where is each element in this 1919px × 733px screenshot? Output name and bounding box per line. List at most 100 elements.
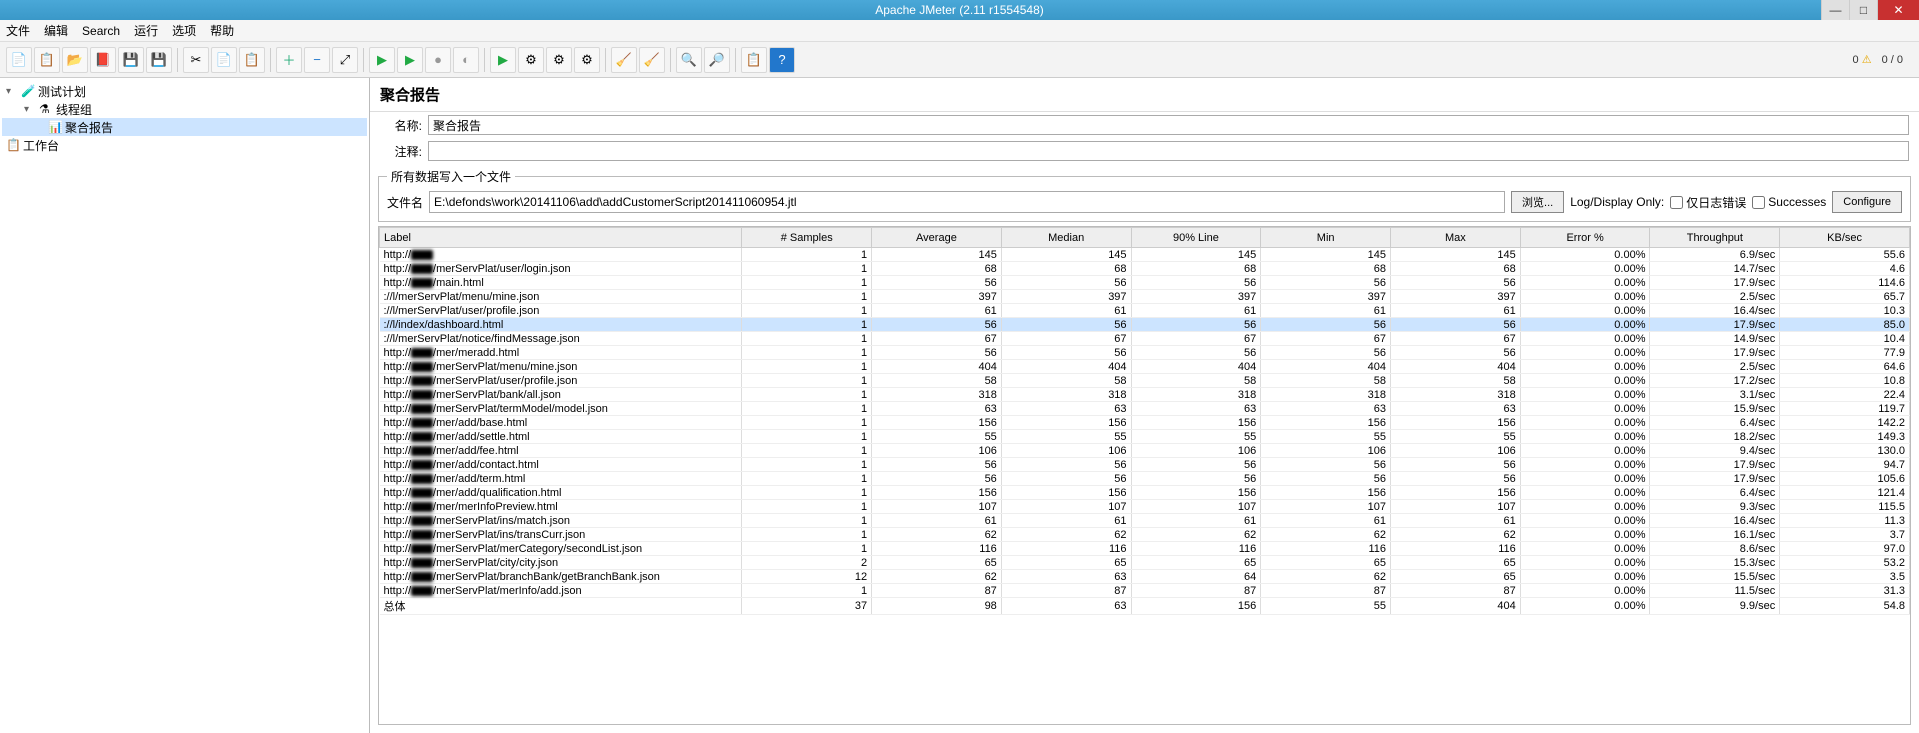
templates-icon[interactable]: 📋 [34,47,60,73]
table-row[interactable]: http://xxxx/mer/add/base.html11561561561… [380,416,1910,430]
table-cell: 67 [1391,332,1521,346]
close-button[interactable]: ✕ [1877,0,1919,20]
paste-icon[interactable]: 📋 [239,47,265,73]
menu-edit[interactable]: 编辑 [44,22,68,39]
comment-input[interactable] [428,141,1909,161]
clear-icon[interactable]: 🧹 [611,47,637,73]
table-cell: http://xxxx/merServPlat/branchBank/getBr… [380,570,742,584]
table-row[interactable]: http://xxxx/mer/add/qualification.html11… [380,486,1910,500]
tree-thread-group[interactable]: ▾⚗线程组 [2,100,367,118]
column-header[interactable]: 90% Line [1131,228,1261,248]
reset-search-icon[interactable]: 🔎 [704,47,730,73]
table-row[interactable]: http://xxxx/merServPlat/termModel/model.… [380,402,1910,416]
tree-workbench[interactable]: 📋工作台 [2,136,367,154]
successes-checkbox[interactable] [1752,196,1765,209]
table-row[interactable]: http://xxxx/merServPlat/ins/match.json16… [380,514,1910,528]
table-cell: 1 [742,584,872,598]
table-row[interactable]: ://l/merServPlat/menu/mine.json139739739… [380,290,1910,304]
table-row[interactable]: http://xxxx/merServPlat/user/login.json1… [380,262,1910,276]
remote-start-icon[interactable]: ▶ [490,47,516,73]
column-header[interactable]: Max [1391,228,1521,248]
start-notimer-icon[interactable]: ▶ [397,47,423,73]
table-cell: http://xxxx/mer/meradd.html [380,346,742,360]
cut-icon[interactable]: ✂ [183,47,209,73]
search-icon[interactable]: 🔍 [676,47,702,73]
function-helper-icon[interactable]: 📋 [741,47,767,73]
menu-search[interactable]: Search [82,24,120,38]
table-row[interactable]: http://xxxx/main.html156565656560.00%17.… [380,276,1910,290]
table-row[interactable]: http://xxxx/merServPlat/branchBank/getBr… [380,570,1910,584]
remote-stop-all-icon[interactable]: ⚙ [574,47,600,73]
menu-help[interactable]: 帮助 [210,22,234,39]
table-row[interactable]: http://xxxx/merServPlat/ins/transCurr.js… [380,528,1910,542]
column-header[interactable]: # Samples [742,228,872,248]
table-cell: 17.9/sec [1650,346,1780,360]
help-icon[interactable]: ? [769,47,795,73]
column-header[interactable]: Error % [1520,228,1650,248]
column-header[interactable]: Median [1001,228,1131,248]
configure-button[interactable]: Configure [1832,191,1902,213]
column-header[interactable]: Label [380,228,742,248]
table-cell: 0.00% [1520,430,1650,444]
tree-root[interactable]: ▾🧪测试计划 [2,82,367,100]
maximize-button[interactable]: □ [1849,0,1877,20]
table-cell: 62 [872,528,1002,542]
table-row[interactable]: ://l/index/dashboard.html156565656560.00… [380,318,1910,332]
name-input[interactable] [428,115,1909,135]
table-row[interactable]: http://xxxx/mer/merInfoPreview.html11071… [380,500,1910,514]
table-cell: 106 [1131,444,1261,458]
table-row[interactable]: http://xxxx/merServPlat/city/city.json26… [380,556,1910,570]
table-row[interactable]: http://xxxx/merServPlat/menu/mine.json14… [380,360,1910,374]
table-cell: 318 [1001,388,1131,402]
tree-aggregate-report[interactable]: 📊聚合报告 [2,118,367,136]
stop-icon[interactable]: ● [425,47,451,73]
table-row[interactable]: http://xxxx/merServPlat/user/profile.jso… [380,374,1910,388]
column-header[interactable]: Throughput [1650,228,1780,248]
collapse-icon[interactable]: − [304,47,330,73]
test-plan-tree[interactable]: ▾🧪测试计划 ▾⚗线程组 📊聚合报告 📋工作台 [0,78,370,733]
browse-button[interactable]: 浏览... [1511,191,1564,213]
table-cell: 6.4/sec [1650,416,1780,430]
start-icon[interactable]: ▶ [369,47,395,73]
menu-file[interactable]: 文件 [6,22,30,39]
column-header[interactable]: Average [872,228,1002,248]
minimize-button[interactable]: — [1821,0,1849,20]
remote-stop-icon[interactable]: ⚙ [546,47,572,73]
table-row[interactable]: http://xxxx/merServPlat/bank/all.json131… [380,388,1910,402]
remote-start-all-icon[interactable]: ⚙ [518,47,544,73]
clear-all-icon[interactable]: 🧹 [639,47,665,73]
table-cell: http://xxxx/mer/add/qualification.html [380,486,742,500]
table-row[interactable]: ://l/merServPlat/notice/findMessage.json… [380,332,1910,346]
column-header[interactable]: KB/sec [1780,228,1910,248]
table-cell: 0.00% [1520,248,1650,262]
save-icon[interactable]: 💾 [118,47,144,73]
results-table[interactable]: Label# SamplesAverageMedian90% LineMinMa… [378,226,1911,725]
filename-input[interactable] [429,191,1505,213]
table-row[interactable]: http://xxxx/mer/add/term.html15656565656… [380,472,1910,486]
open-icon[interactable]: 📂 [62,47,88,73]
new-icon[interactable]: 📄 [6,47,32,73]
table-row[interactable]: http://xxxx/merServPlat/merInfo/add.json… [380,584,1910,598]
table-row[interactable]: http://xxxx/mer/add/contact.html15656565… [380,458,1910,472]
copy-icon[interactable]: 📄 [211,47,237,73]
table-cell: 55 [1261,430,1391,444]
table-row[interactable]: http://xxxx11451451451451450.00%6.9/sec5… [380,248,1910,262]
column-header[interactable]: Min [1261,228,1391,248]
table-row[interactable]: http://xxxx/mer/add/settle.html155555555… [380,430,1910,444]
table-row[interactable]: 总体379863156554040.00%9.9/sec54.8 [380,598,1910,615]
saveas-icon[interactable]: 💾 [146,47,172,73]
table-row[interactable]: ://l/merServPlat/user/profile.json161616… [380,304,1910,318]
errors-only-checkbox[interactable] [1670,196,1683,209]
table-cell: 58 [1001,374,1131,388]
menu-run[interactable]: 运行 [134,22,158,39]
table-row[interactable]: http://xxxx/mer/add/fee.html110610610610… [380,444,1910,458]
shutdown-icon[interactable]: ◐ [453,47,479,73]
table-cell: 0.00% [1520,360,1650,374]
expand-icon[interactable]: ＋ [276,47,302,73]
table-row[interactable]: http://xxxx/mer/meradd.html156565656560.… [380,346,1910,360]
toggle-icon[interactable]: ⤢ [332,47,358,73]
table-row[interactable]: http://xxxx/merServPlat/merCategory/seco… [380,542,1910,556]
menubar: 文件 编辑 Search 运行 选项 帮助 [0,20,1919,42]
menu-options[interactable]: 选项 [172,22,196,39]
close-icon[interactable]: 📕 [90,47,116,73]
